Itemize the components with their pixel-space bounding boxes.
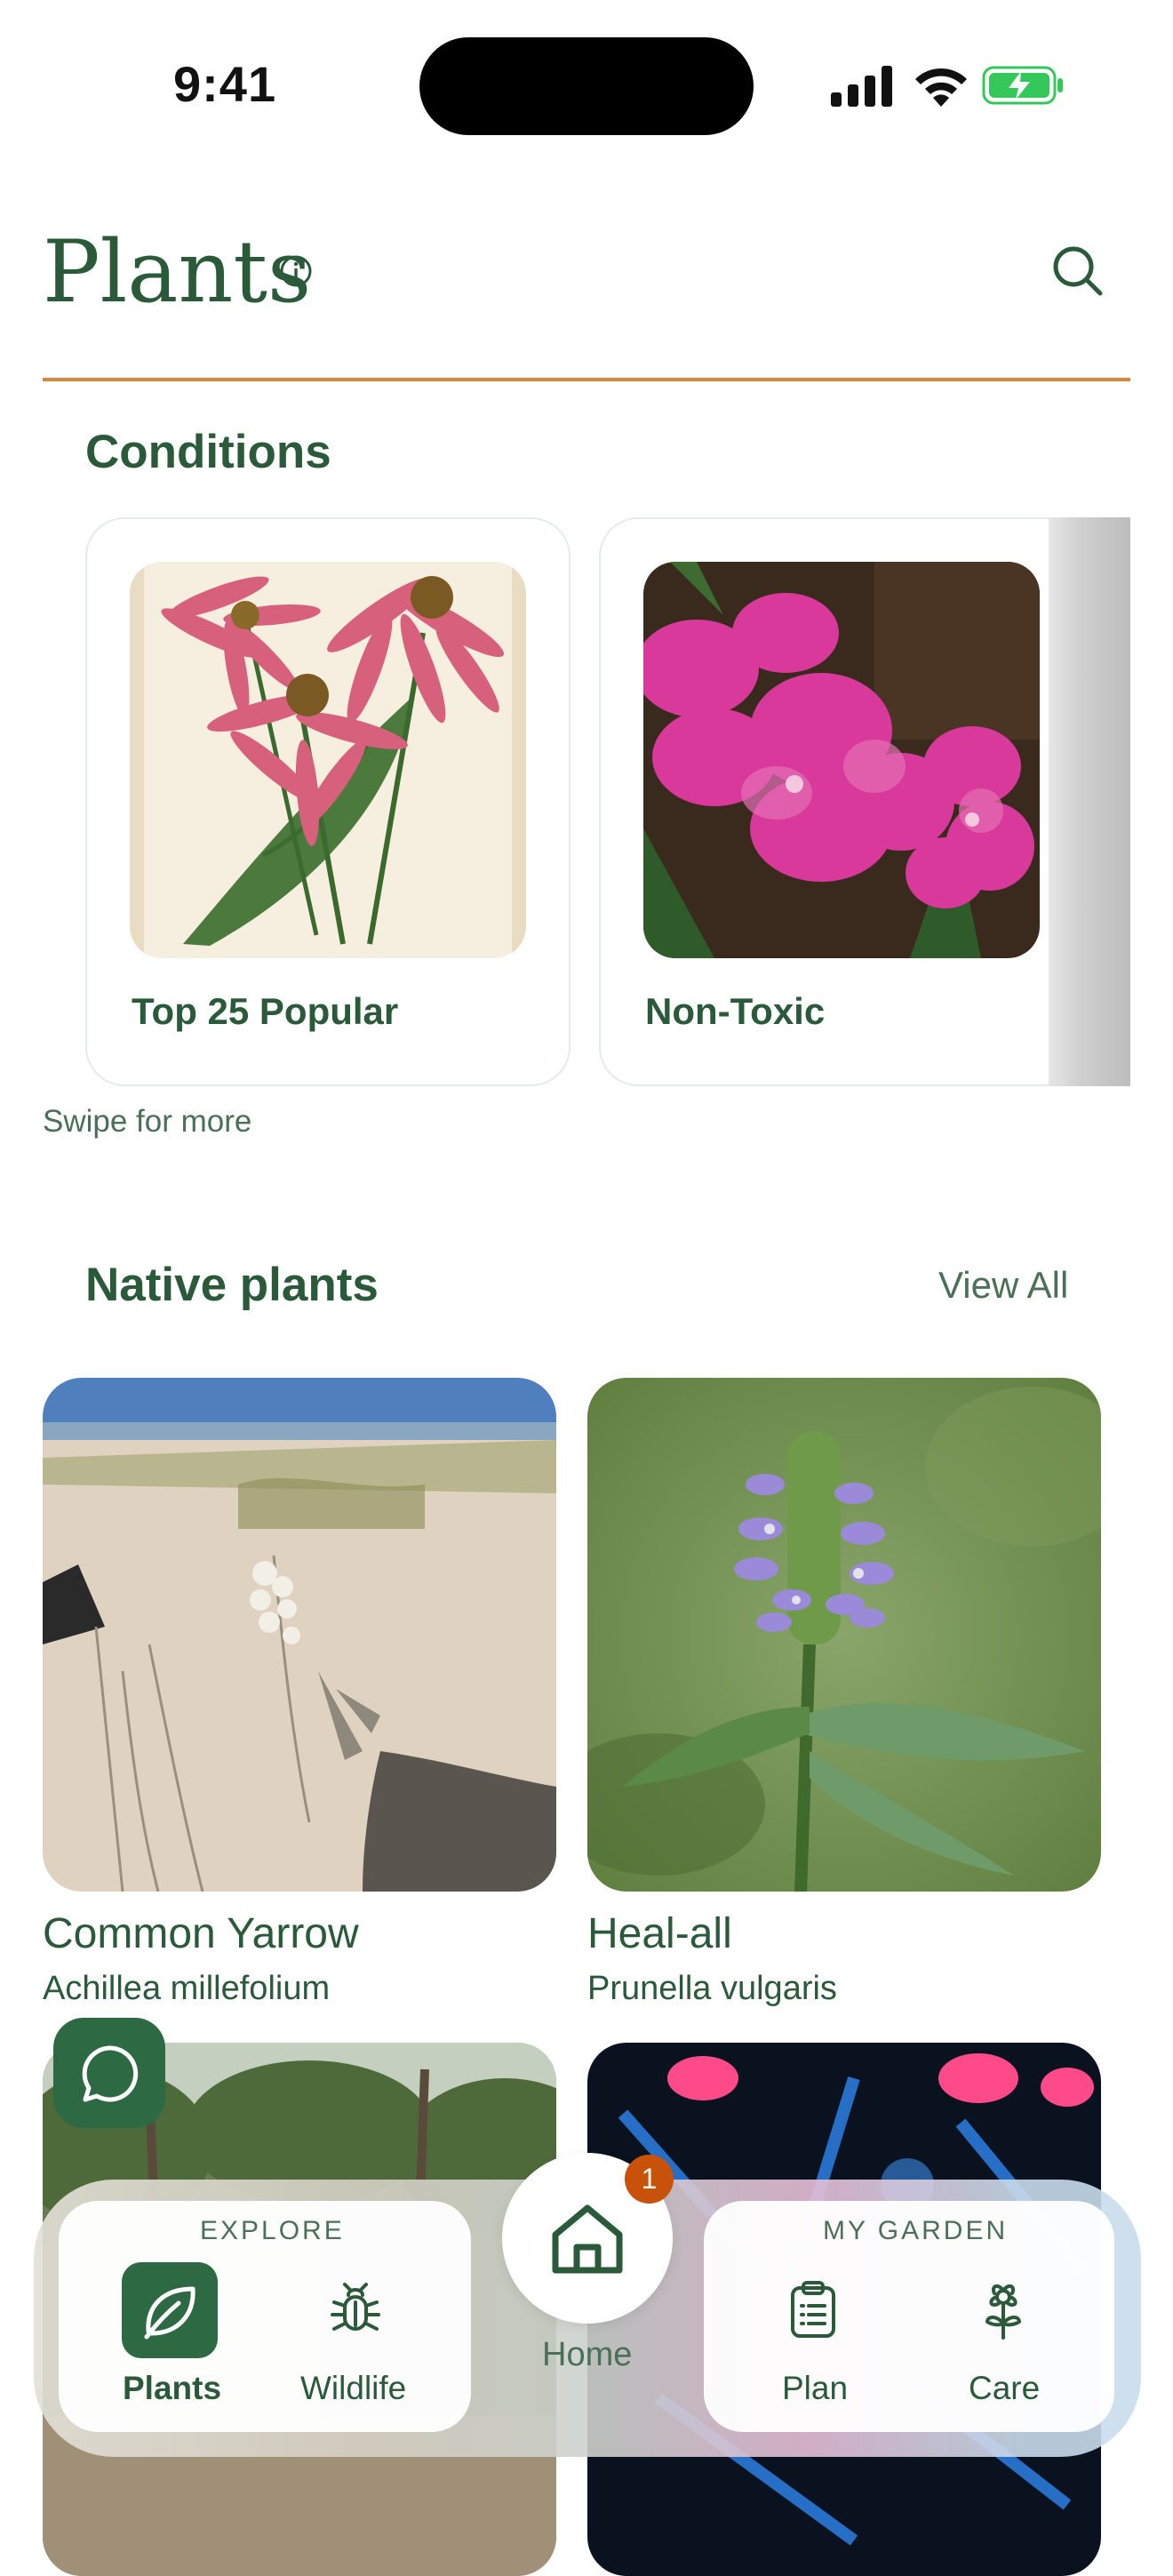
tab-plants[interactable]	[122, 2262, 218, 2358]
condition-card-label: Non-Toxic	[645, 990, 826, 1032]
home-notification-badge: 1	[625, 2155, 674, 2204]
tab-wildlife-label[interactable]: Wildlife	[300, 2370, 406, 2407]
wifi-icon	[915, 68, 967, 107]
condition-card-top-25-popular[interactable]: Top 25 Popular	[85, 517, 571, 1086]
tab-plan-label[interactable]: Plan	[782, 2370, 848, 2407]
heal-all-image[interactable]	[587, 1378, 1101, 1892]
bug-icon[interactable]	[329, 2283, 382, 2338]
plant-name[interactable]: Common Yarrow	[43, 1909, 359, 1958]
dynamic-island	[419, 37, 754, 135]
plant-name[interactable]: Heal-all	[587, 1909, 732, 1958]
common-yarrow-image[interactable]	[43, 1378, 556, 1892]
home-label[interactable]: Home	[542, 2336, 632, 2374]
tab-plants-label[interactable]: Plants	[123, 2370, 221, 2407]
condition-card-label: Top 25 Popular	[132, 990, 399, 1032]
clipboard-icon[interactable]	[789, 2281, 837, 2338]
search-icon[interactable]	[1049, 242, 1105, 299]
native-plants-section-title: Native plants	[85, 1259, 379, 1311]
battery-charging-icon	[982, 66, 1063, 105]
my-garden-group-label: MY GARDEN	[823, 2216, 1009, 2245]
echinacea-illustration-image	[130, 562, 526, 958]
cellular-signal-icon	[831, 66, 892, 107]
explore-group-label: EXPLORE	[200, 2216, 345, 2245]
chat-button[interactable]	[53, 2018, 165, 2128]
status-time: 9:41	[173, 56, 277, 112]
chat-bubble-icon	[82, 2045, 139, 2102]
header-divider	[43, 378, 1130, 381]
page-title: Plants	[43, 222, 312, 322]
leaf-icon	[144, 2286, 196, 2340]
condition-card-non-toxic[interactable]: Non-Toxic	[599, 517, 1084, 1086]
plant-scientific-name: Achillea millefolium	[43, 1970, 331, 2007]
view-all-link[interactable]: View All	[938, 1264, 1068, 1307]
conditions-section-title: Conditions	[85, 426, 331, 478]
info-icon[interactable]	[279, 254, 313, 288]
pink-flowers-image	[643, 562, 1040, 958]
flower-icon[interactable]	[978, 2281, 1028, 2340]
swipe-hint: Swipe for more	[43, 1104, 252, 1139]
tab-care-label[interactable]: Care	[969, 2370, 1040, 2407]
condition-card-peek[interactable]	[1049, 517, 1130, 1086]
plant-scientific-name: Prunella vulgaris	[587, 1970, 837, 2007]
